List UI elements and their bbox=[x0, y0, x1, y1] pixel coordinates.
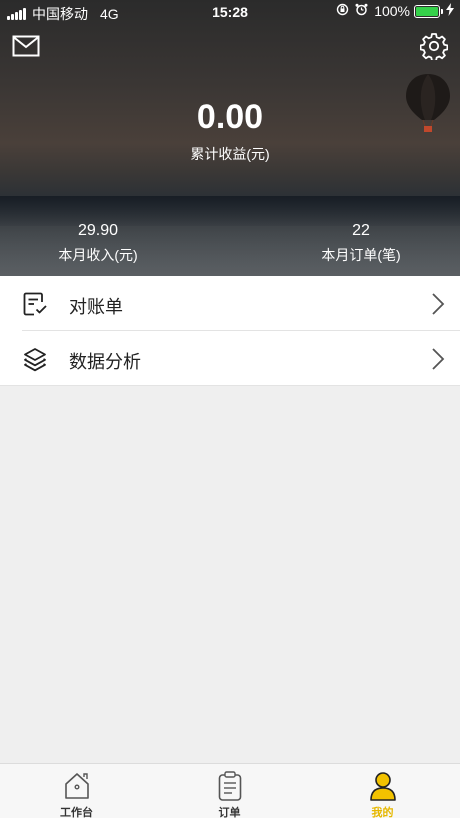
divider bbox=[0, 385, 460, 386]
menu-item-label: 数据分析 bbox=[69, 352, 141, 372]
layers-icon bbox=[24, 348, 46, 372]
monthly-income-label: 本月收入(元) bbox=[58, 247, 138, 263]
profile-header: 中国移动 4G 15:28 100% 0.00 累计收益(元) 29.90 本月… bbox=[0, 0, 460, 276]
chevron-right-icon bbox=[432, 293, 445, 315]
menu-item-label: 对账单 bbox=[69, 297, 123, 317]
statement-icon bbox=[23, 292, 47, 316]
monthly-orders-value: 22 bbox=[352, 222, 370, 239]
chevron-right-icon bbox=[432, 348, 445, 370]
alarm-icon bbox=[355, 3, 368, 19]
tab-bar: 工作台 订单 我的 bbox=[0, 763, 460, 818]
battery-icon bbox=[414, 4, 443, 18]
status-bar: 中国移动 4G 15:28 100% bbox=[0, 0, 460, 24]
battery-percent: 100% bbox=[374, 3, 410, 19]
tab-label: 我的 bbox=[371, 807, 394, 818]
menu-list: 对账单 数据分析 bbox=[0, 276, 460, 386]
gear-icon[interactable] bbox=[420, 32, 448, 60]
tab-mine[interactable]: 我的 bbox=[306, 764, 459, 818]
menu-item-statement[interactable]: 对账单 bbox=[0, 276, 460, 331]
monthly-income-stat: 29.90 本月收入(元) bbox=[18, 222, 178, 265]
mail-icon[interactable] bbox=[12, 34, 40, 58]
monthly-orders-label: 本月订单(笔) bbox=[321, 247, 401, 263]
monthly-income-value: 29.90 bbox=[77, 222, 119, 239]
charging-icon bbox=[446, 3, 454, 19]
rotation-lock-icon bbox=[336, 3, 349, 19]
monthly-orders-stat: 22 本月订单(笔) bbox=[281, 222, 441, 265]
tab-label: 订单 bbox=[218, 807, 241, 818]
clipboard-icon bbox=[218, 771, 241, 801]
house-icon bbox=[64, 773, 89, 799]
tab-label: 工作台 bbox=[60, 807, 93, 818]
total-earnings-label: 累计收益(元) bbox=[190, 146, 270, 162]
tab-orders[interactable]: 订单 bbox=[153, 764, 306, 818]
menu-item-data-analysis[interactable]: 数据分析 bbox=[0, 331, 460, 386]
total-earnings-value: 0.00 bbox=[196, 98, 264, 136]
tab-workbench[interactable]: 工作台 bbox=[0, 764, 153, 818]
person-icon bbox=[369, 772, 396, 801]
